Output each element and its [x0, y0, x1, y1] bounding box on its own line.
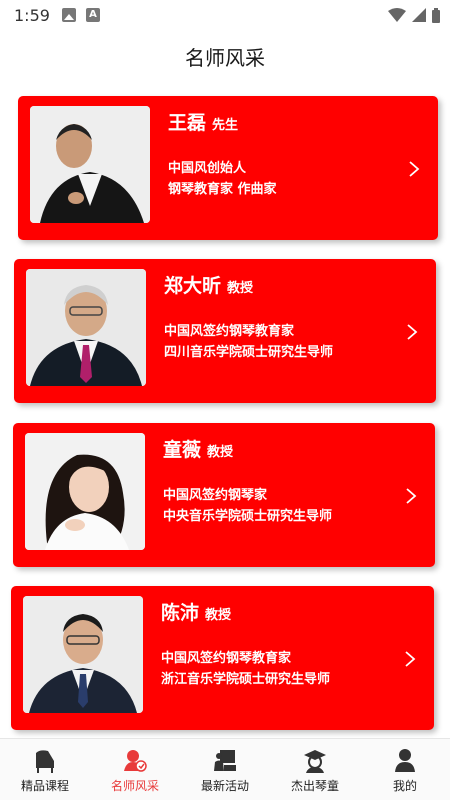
name-row: 童薇 教授: [163, 435, 233, 462]
piano-icon: [36, 750, 54, 773]
graduate-icon: [304, 750, 326, 773]
description-line: 中央音乐学院硕士研究生导师: [163, 509, 333, 524]
teacher-card[interactable]: 王磊 先生 中国风创始人 钢琴教育家 作曲家: [18, 96, 438, 240]
name-row: 王磊 先生: [168, 108, 238, 135]
nav-item-profile[interactable]: 我的: [360, 739, 450, 800]
chevron-right-icon[interactable]: [404, 650, 416, 668]
signal-icon: [412, 8, 426, 22]
description-line: 钢琴教育家 作曲家: [168, 182, 277, 197]
nav-label: 名师风采: [110, 779, 159, 793]
teacher-title: 教授: [207, 445, 234, 460]
description-line: 中国风签约钢琴教育家: [161, 651, 292, 666]
nav-item-students[interactable]: 杰出琴童: [270, 739, 360, 800]
chevron-right-icon[interactable]: [406, 323, 418, 341]
description-line: 中国风签约钢琴教育家: [164, 324, 295, 339]
teacher-title: 先生: [212, 118, 239, 133]
page-title: 名师风采: [185, 46, 265, 70]
nav-label: 精品课程: [20, 779, 69, 793]
activity-icon: [214, 750, 236, 771]
notification-icons: A: [61, 8, 100, 22]
user-icon: [395, 749, 415, 772]
description-line: 中国风创始人: [168, 161, 247, 176]
teacher-icon: [124, 750, 147, 772]
teacher-description: 中国风签约钢琴家 中央音乐学院硕士研究生导师: [163, 485, 332, 527]
teacher-title: 教授: [227, 281, 254, 296]
wifi-icon: [388, 8, 406, 22]
teacher-photo: [25, 433, 145, 550]
teacher-description: 中国风签约钢琴教育家 四川音乐学院硕士研究生导师: [164, 321, 333, 363]
teacher-card[interactable]: 陈沛 教授 中国风签约钢琴教育家 浙江音乐学院硕士研究生导师: [11, 586, 434, 730]
teacher-description: 中国风创始人 钢琴教育家 作曲家: [168, 158, 277, 200]
battery-icon: [432, 7, 440, 23]
system-status: [388, 7, 440, 23]
description-line: 中国风签约钢琴家: [163, 488, 268, 503]
name-row: 郑大昕 教授: [164, 271, 253, 298]
chevron-right-icon[interactable]: [408, 160, 420, 178]
teacher-name: 郑大昕: [164, 275, 222, 297]
description-line: 浙江音乐学院硕士研究生导师: [161, 672, 331, 687]
status-bar: 1:59 A: [0, 0, 450, 30]
nav-label: 我的: [392, 779, 417, 793]
teacher-description: 中国风签约钢琴教育家 浙江音乐学院硕士研究生导师: [161, 648, 330, 690]
teacher-name: 王磊: [168, 112, 207, 134]
nav-item-activities[interactable]: 最新活动: [180, 739, 270, 800]
nav-label: 最新活动: [200, 779, 249, 793]
nav-item-courses[interactable]: 精品课程: [0, 739, 90, 800]
teacher-photo: [26, 269, 146, 386]
status-time: 1:59: [14, 5, 50, 25]
name-row: 陈沛 教授: [161, 598, 231, 625]
nav-item-teachers[interactable]: 名师风采: [90, 739, 180, 800]
description-line: 四川音乐学院硕士研究生导师: [164, 345, 334, 360]
teacher-title: 教授: [205, 608, 232, 623]
teacher-card[interactable]: 郑大昕 教授 中国风签约钢琴教育家 四川音乐学院硕士研究生导师: [14, 259, 436, 403]
chevron-right-icon[interactable]: [405, 487, 417, 505]
teacher-name: 陈沛: [161, 602, 200, 624]
text-notification-icon: A: [85, 8, 100, 22]
nav-label: 杰出琴童: [290, 779, 339, 793]
bottom-nav: 精品课程 名师风采 最新活动 杰出琴童 我的: [0, 738, 450, 800]
image-notification-icon: [61, 8, 76, 22]
teacher-name: 童薇: [163, 439, 202, 461]
teacher-photo: [30, 106, 150, 223]
teacher-photo: [23, 596, 143, 713]
teacher-card[interactable]: 童薇 教授 中国风签约钢琴家 中央音乐学院硕士研究生导师: [13, 423, 435, 567]
